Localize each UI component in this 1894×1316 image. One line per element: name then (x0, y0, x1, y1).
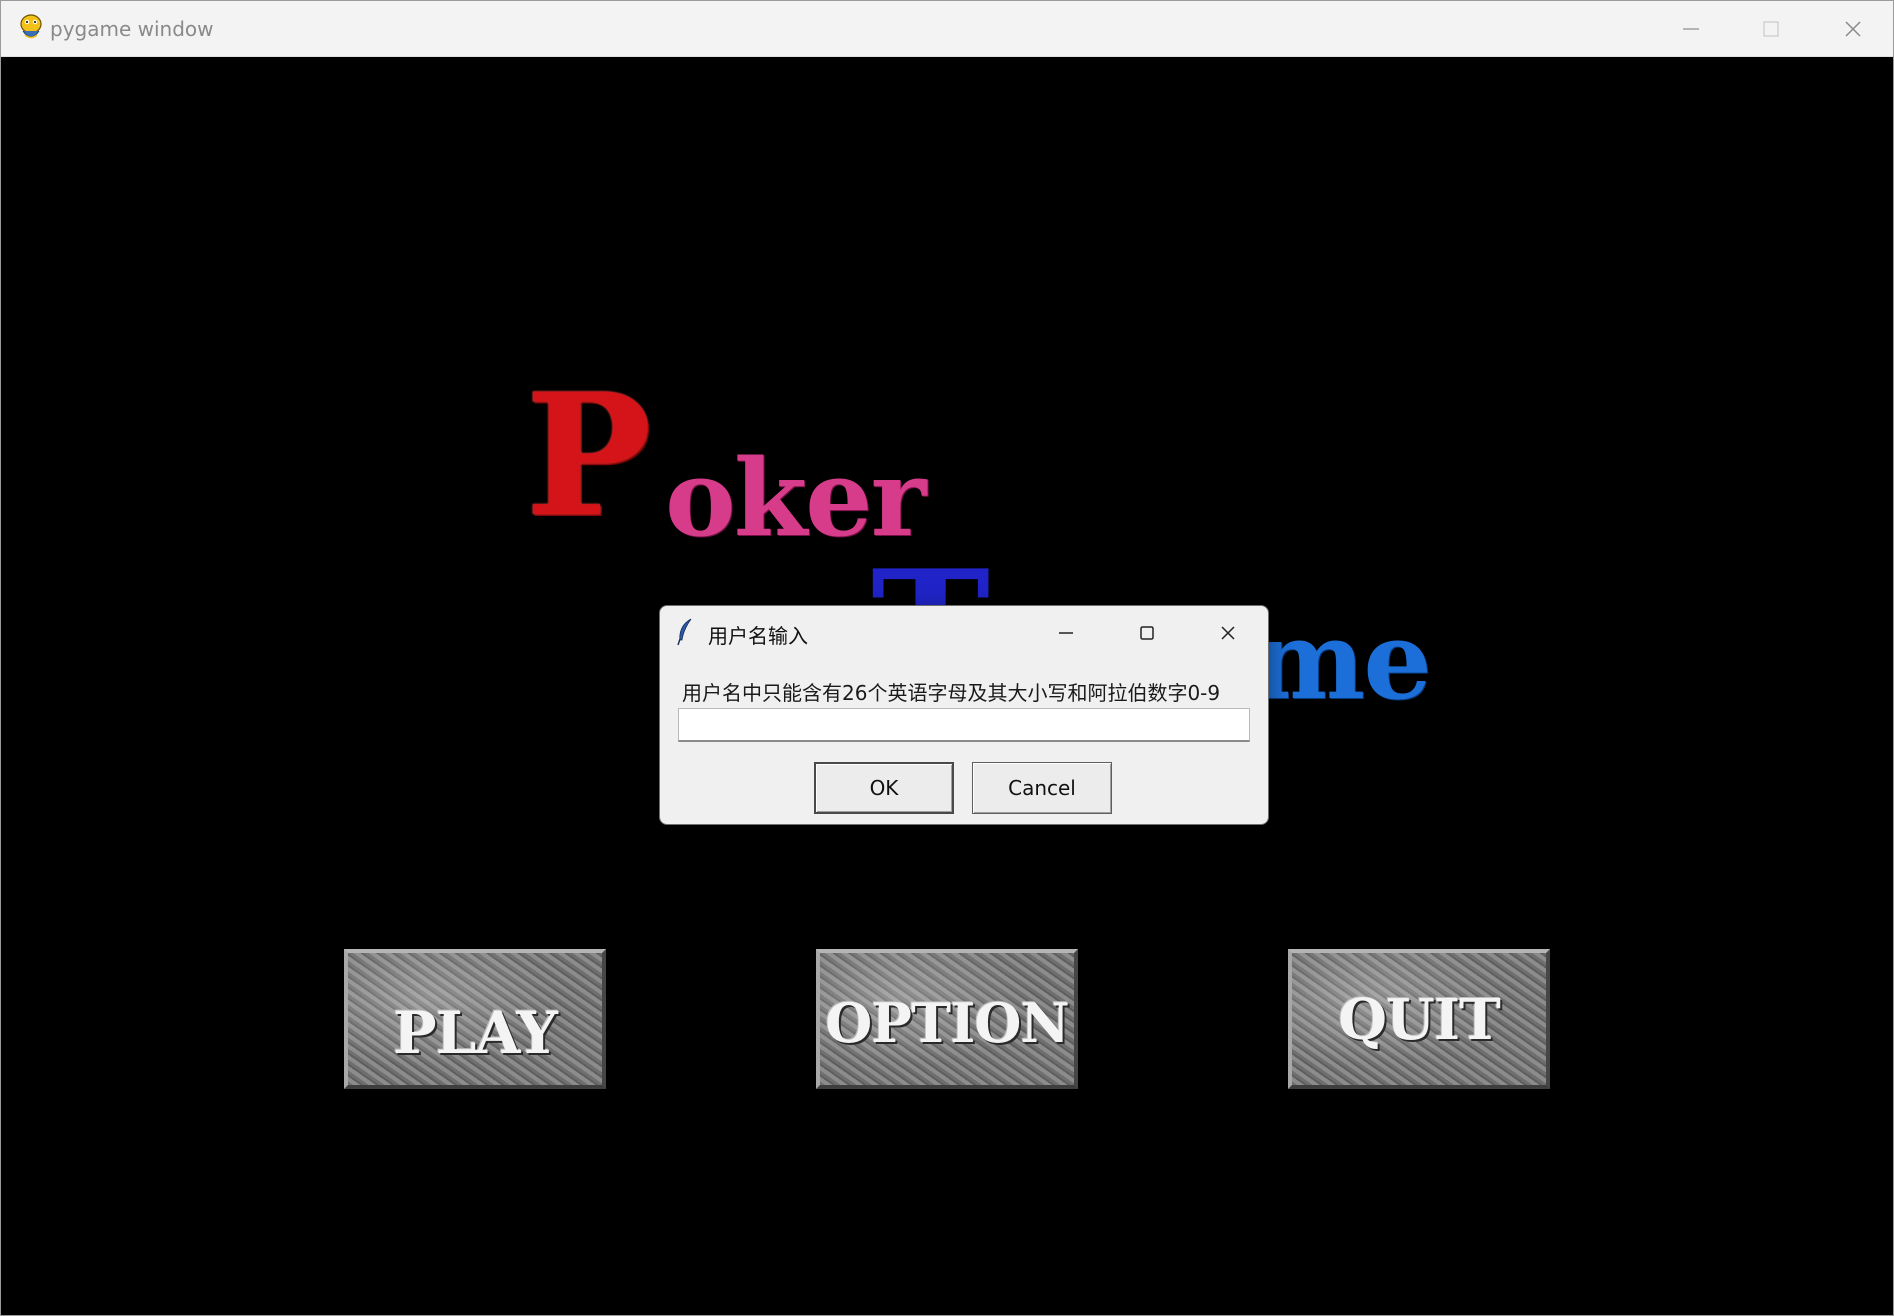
quit-button-label: QUIT (1338, 987, 1500, 1053)
pygame-window: pygame window P oker T me PLAY OPTION (0, 0, 1894, 1316)
minimize-icon (1059, 632, 1073, 634)
close-icon (1221, 626, 1235, 640)
logo-letter-p: P (525, 356, 651, 554)
dialog-close-button[interactable] (1188, 606, 1268, 658)
dialog-titlebar[interactable]: 用户名输入 (660, 606, 1268, 658)
window-titlebar[interactable]: pygame window (1, 1, 1893, 57)
maximize-icon (1763, 21, 1779, 37)
maximize-icon (1140, 626, 1154, 640)
window-title: pygame window (50, 17, 214, 41)
close-icon (1845, 21, 1861, 37)
quit-button[interactable]: QUIT (1288, 949, 1550, 1089)
option-button-label: OPTION (825, 991, 1070, 1055)
play-button[interactable]: PLAY (344, 949, 606, 1089)
dialog-title: 用户名输入 (708, 624, 808, 648)
logo-word-tail: me (1251, 598, 1432, 724)
option-button[interactable]: OPTION (816, 949, 1078, 1089)
minimize-icon (1683, 28, 1699, 30)
tk-feather-icon (676, 618, 694, 646)
username-dialog: 用户名输入 用户名中只能含有26个英语字母及其大小写和阿拉伯数字0-9 OK C… (659, 605, 1269, 825)
dialog-minimize-button[interactable] (1026, 606, 1106, 658)
play-button-label: PLAY (393, 999, 558, 1067)
cancel-button[interactable]: Cancel (972, 762, 1112, 814)
window-close-button[interactable] (1813, 1, 1893, 56)
ok-button[interactable]: OK (814, 762, 954, 814)
dialog-prompt: 用户名中只能含有26个英语字母及其大小写和阿拉伯数字0-9 (682, 681, 1221, 705)
window-maximize-button[interactable] (1731, 1, 1811, 56)
dialog-maximize-button[interactable] (1107, 606, 1187, 658)
username-input[interactable] (678, 708, 1250, 742)
pygame-snake-icon (17, 13, 45, 43)
window-minimize-button[interactable] (1651, 1, 1731, 56)
